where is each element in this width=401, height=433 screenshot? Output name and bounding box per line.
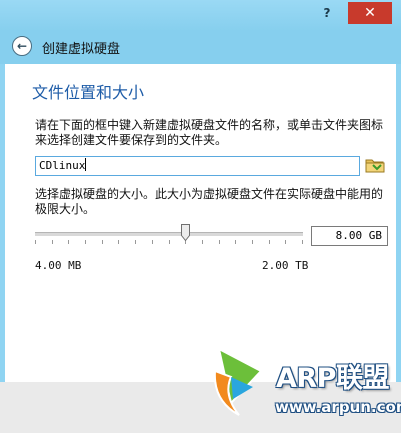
- slider-tick: [302, 240, 303, 244]
- slider-tick: [152, 240, 153, 244]
- wizard-header: ← 创建虚拟硬盘: [0, 31, 401, 64]
- slider-tick: [269, 240, 270, 244]
- slider-tick: [35, 240, 36, 244]
- size-description: 选择虚拟硬盘的大小。此大小为虚拟硬盘文件在实际硬盘中能用的极限大小。: [35, 187, 384, 216]
- slider-tick: [235, 240, 236, 244]
- watermark-url: www.arpun.com: [275, 398, 401, 416]
- title-bar: ? ✕: [0, 0, 401, 31]
- slider-tick: [285, 240, 286, 244]
- back-arrow-icon[interactable]: ←: [12, 36, 32, 56]
- range-min-label: 4.00 MB: [35, 259, 82, 272]
- size-slider-track[interactable]: [35, 232, 303, 236]
- slider-tick: [219, 240, 220, 244]
- close-button[interactable]: ✕: [348, 2, 392, 24]
- slider-tick: [252, 240, 253, 244]
- slider-tick: [135, 240, 136, 244]
- range-max-label: 2.00 TB: [262, 259, 309, 272]
- file-name-value: CDlinux: [39, 159, 86, 172]
- help-button[interactable]: ?: [314, 2, 340, 24]
- watermark-brand: ARP联盟: [276, 363, 389, 394]
- text-caret: [85, 158, 87, 171]
- location-description: 请在下面的框中键入新建虚拟硬盘文件的名称，或单击文件夹图标来选择创建文件要保存到…: [35, 118, 384, 147]
- section-title: 文件位置和大小: [32, 83, 145, 102]
- file-name-input[interactable]: CDlinux: [35, 156, 360, 176]
- slider-tick: [52, 240, 53, 244]
- size-slider-ticks: [35, 240, 303, 244]
- slider-tick: [202, 240, 203, 244]
- wizard-content: 文件位置和大小 请在下面的框中键入新建虚拟硬盘文件的名称，或单击文件夹图标来选择…: [5, 64, 396, 382]
- slider-tick: [102, 240, 103, 244]
- slider-tick: [118, 240, 119, 244]
- wizard-title: 创建虚拟硬盘: [42, 42, 121, 57]
- watermark-logo-icon: [213, 347, 263, 416]
- slider-tick: [85, 240, 86, 244]
- size-slider-thumb[interactable]: [181, 224, 190, 241]
- slider-tick: [68, 240, 69, 244]
- size-input[interactable]: 8.00 GB: [311, 226, 388, 246]
- slider-tick: [169, 240, 170, 244]
- folder-icon[interactable]: [365, 156, 385, 174]
